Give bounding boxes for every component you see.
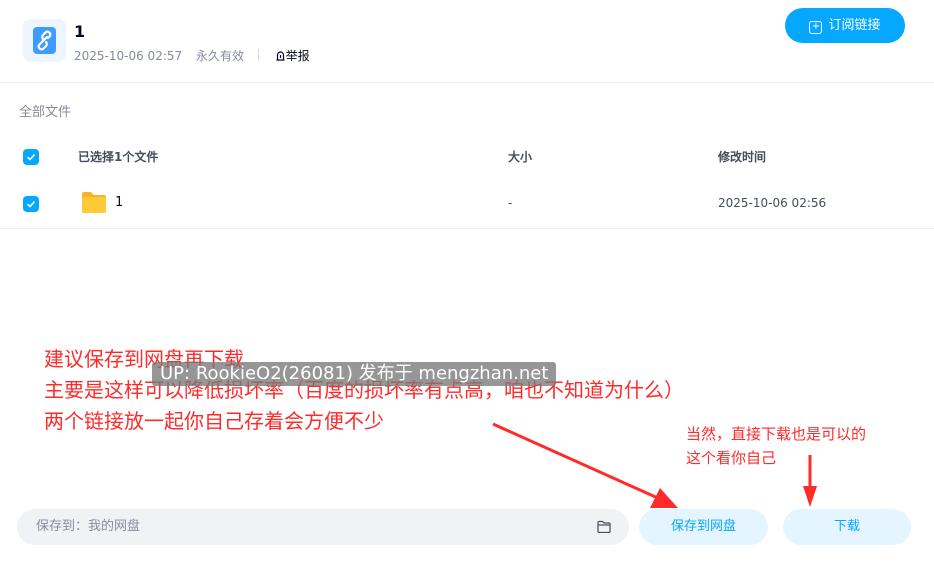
- save-path-field[interactable]: 保存到：我的网盘: [17, 509, 629, 545]
- arrow-to-save: [492, 422, 678, 508]
- download-button[interactable]: 下载: [783, 509, 911, 545]
- arrow-to-download: [803, 455, 817, 507]
- annotation-arrows: [492, 422, 817, 508]
- folder-icon[interactable]: [597, 520, 611, 533]
- save-to-netdisk-button[interactable]: 保存到网盘: [639, 509, 768, 545]
- save-path-label: 保存到：我的网盘: [36, 519, 141, 534]
